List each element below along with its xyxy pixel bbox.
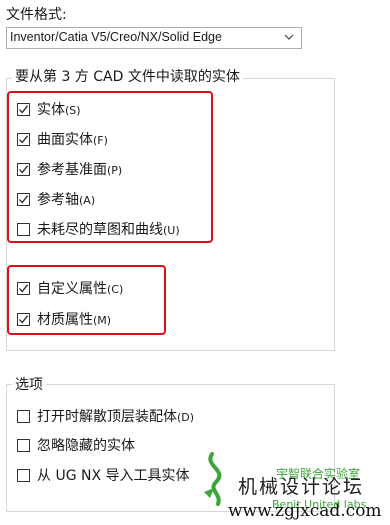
shortcut-key: (A) — [79, 194, 96, 207]
checkbox-label: 未耗尽的草图和曲线 — [37, 222, 163, 238]
check-mark-icon — [19, 315, 29, 324]
checkbox-label: 参考基准面 — [37, 162, 107, 178]
checkbox-reference-axes-box[interactable] — [17, 193, 30, 206]
checkbox-dissolve-assembly-box[interactable] — [17, 410, 30, 423]
shortcut-key: (U) — [163, 224, 180, 237]
checkbox-import-tool-bodies-box[interactable] — [17, 469, 30, 482]
checkbox-solid-bodies-box[interactable] — [17, 103, 30, 116]
file-format-label: 文件格式: — [6, 7, 67, 23]
chevron-down-icon — [284, 34, 294, 40]
checkbox-label: 从 UG NX 导入工具实体 — [37, 468, 190, 484]
checkbox-label: 忽略隐藏的实体 — [37, 438, 135, 454]
watermark: 宇智联合实验室 机械设计论坛 Benit United labs www.zgj… — [198, 448, 388, 524]
watermark-url: www.zgjxcad.com — [228, 501, 382, 521]
shortcut-key: (S) — [65, 104, 81, 117]
checkbox-reference-planes-box[interactable] — [17, 163, 30, 176]
check-mark-icon — [19, 195, 29, 204]
shortcut-key: (F) — [93, 134, 108, 147]
checkbox-label: 材质属性 — [37, 312, 93, 328]
check-mark-icon — [19, 135, 29, 144]
file-format-select[interactable]: Inventor/Catia V5/Creo/NX/Solid Edge — [6, 27, 302, 49]
checkbox-label: 参考轴 — [37, 192, 79, 208]
read-entities-group-title: 要从第 3 方 CAD 文件中读取的实体 — [12, 66, 243, 86]
checkbox-ignore-hidden-box[interactable] — [17, 439, 30, 452]
checkbox-custom-properties-box[interactable] — [17, 282, 30, 295]
checkbox-label: 曲面实体 — [37, 132, 93, 148]
check-mark-icon — [19, 105, 29, 114]
shortcut-key: (M) — [93, 314, 112, 327]
checkbox-unconsumed-sketches-box[interactable] — [17, 223, 30, 236]
watermark-forum-name: 机械设计论坛 — [238, 476, 365, 498]
check-mark-icon — [19, 284, 29, 293]
checkbox-label: 实体 — [37, 102, 65, 118]
checkbox-label: 自定义属性 — [37, 281, 107, 297]
forum-logo-icon — [204, 452, 222, 506]
checkbox-material-properties-box[interactable] — [17, 313, 30, 326]
checkbox-surface-bodies-box[interactable] — [17, 133, 30, 146]
shortcut-key: (C) — [107, 283, 124, 296]
shortcut-key: (P) — [107, 164, 123, 177]
options-group-title: 选项 — [12, 374, 46, 394]
check-mark-icon — [19, 165, 29, 174]
file-format-selected-value: Inventor/Catia V5/Creo/NX/Solid Edge — [10, 30, 222, 44]
checkbox-label: 打开时解散顶层装配体 — [37, 409, 177, 425]
shortcut-key: (D) — [177, 411, 195, 424]
